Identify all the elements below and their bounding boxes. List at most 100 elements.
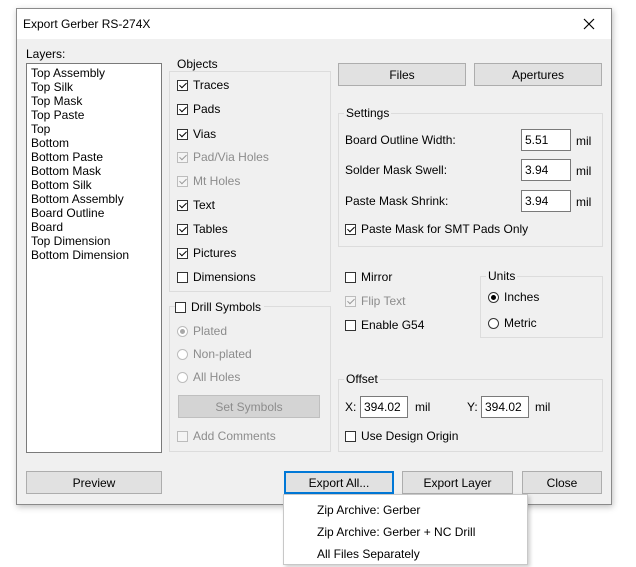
mt-holes-checkbox: Mt Holes (177, 173, 240, 189)
checkbox-box[interactable] (345, 430, 356, 442)
checkbox-box[interactable] (175, 301, 186, 313)
title-bar: Export Gerber RS-274X (17, 9, 611, 39)
enable-g54-checkbox[interactable]: Enable G54 (345, 317, 424, 333)
layer-item[interactable]: Bottom Mask (31, 164, 161, 178)
layer-item[interactable]: Top Mask (31, 94, 161, 108)
checkbox-box (177, 430, 188, 442)
menu-item-zip-gerber[interactable]: Zip Archive: Gerber (317, 503, 420, 517)
pad-via-holes-checkbox: Pad/Via Holes (177, 149, 269, 165)
solder-mask-swell-input[interactable]: 3.94 (521, 159, 571, 181)
text-checkbox[interactable]: Text (177, 197, 215, 213)
checkbox-box[interactable] (345, 223, 356, 235)
metric-radio[interactable]: Metric (488, 315, 537, 331)
window-title: Export Gerber RS-274X (23, 17, 151, 31)
layer-item[interactable]: Bottom Silk (31, 178, 161, 192)
all-holes-label: All Holes (193, 370, 241, 384)
units-group-label: Units (486, 269, 518, 283)
checkbox-box[interactable] (177, 247, 188, 259)
close-window-button[interactable] (567, 9, 611, 39)
text-label: Text (193, 198, 216, 212)
traces-label: Traces (193, 78, 230, 92)
export-layer-button[interactable]: Export Layer (402, 471, 513, 494)
non-plated-label: Non-plated (193, 347, 252, 361)
files-button[interactable]: Files (338, 63, 466, 86)
checkbox-box[interactable] (345, 319, 356, 331)
paste-mask-smt-only-checkbox[interactable]: Paste Mask for SMT Pads Only (345, 221, 528, 237)
layer-item[interactable]: Bottom (31, 136, 161, 150)
solder-mask-swell-unit: mil (576, 164, 592, 178)
mt-holes-label: Mt Holes (193, 174, 241, 188)
menu-item-all-files-separately[interactable]: All Files Separately (317, 547, 420, 561)
paste-mask-smt-only-label: Paste Mask for SMT Pads Only (361, 222, 529, 236)
layer-item[interactable]: Top Silk (31, 80, 161, 94)
layer-item[interactable]: Top Dimension (31, 234, 161, 248)
pictures-label: Pictures (193, 246, 237, 260)
checkbox-box[interactable] (177, 271, 188, 283)
add-comments-label: Add Comments (193, 429, 276, 443)
radio-button (177, 325, 188, 337)
dimensions-checkbox[interactable]: Dimensions (177, 269, 256, 285)
all-holes-radio: All Holes (177, 369, 240, 385)
vias-checkbox[interactable]: Vias (177, 126, 216, 142)
checkbox-box[interactable] (177, 79, 188, 91)
offset-group-label: Offset (344, 372, 380, 386)
set-symbols-button: Set Symbols (178, 395, 320, 418)
mirror-checkbox[interactable]: Mirror (345, 269, 392, 285)
offset-y-unit: mil (535, 400, 551, 414)
checkbox-box[interactable] (177, 199, 188, 211)
offset-x-label: X: (345, 400, 357, 414)
plated-radio: Plated (177, 323, 227, 339)
radio-button[interactable] (488, 291, 499, 303)
layer-item[interactable]: Board Outline (31, 206, 161, 220)
menu-item-zip-gerber-nc-drill[interactable]: Zip Archive: Gerber + NC Drill (317, 525, 475, 539)
traces-checkbox[interactable]: Traces (177, 77, 229, 93)
offset-x-unit: mil (415, 400, 431, 414)
offset-y-input[interactable]: 394.02 (481, 396, 529, 418)
layer-item[interactable]: Bottom Paste (31, 150, 161, 164)
checkbox-box[interactable] (177, 103, 188, 115)
dimensions-label: Dimensions (193, 270, 256, 284)
close-button[interactable]: Close (522, 471, 602, 494)
offset-x-input[interactable]: 394.02 (360, 396, 408, 418)
export-all-button[interactable]: Export All... (284, 471, 394, 494)
add-comments-checkbox: Add Comments (177, 428, 276, 444)
inches-radio[interactable]: Inches (488, 289, 539, 305)
paste-mask-shrink-label: Paste Mask Shrink: (345, 194, 449, 208)
layer-item[interactable]: Top Assembly (31, 66, 161, 80)
drill-symbols-label: Drill Symbols (191, 300, 262, 314)
pictures-checkbox[interactable]: Pictures (177, 245, 236, 261)
layer-item[interactable]: Bottom Dimension (31, 248, 161, 262)
pad-via-holes-label: Pad/Via Holes (193, 150, 269, 164)
layer-item[interactable]: Bottom Assembly (31, 192, 161, 206)
mirror-label: Mirror (361, 270, 393, 284)
checkbox-box[interactable] (345, 271, 356, 283)
preview-button[interactable]: Preview (26, 471, 162, 494)
inches-label: Inches (504, 290, 540, 304)
flip-text-checkbox: Flip Text (345, 293, 405, 309)
use-design-origin-label: Use Design Origin (361, 429, 459, 443)
layer-item[interactable]: Top Paste (31, 108, 161, 122)
enable-g54-label: Enable G54 (361, 318, 425, 332)
pads-label: Pads (193, 102, 221, 116)
objects-group-label: Objects (175, 57, 220, 71)
checkbox-box[interactable] (177, 128, 188, 140)
use-design-origin-checkbox[interactable]: Use Design Origin (345, 428, 458, 444)
solder-mask-swell-label: Solder Mask Swell: (345, 163, 448, 177)
paste-mask-shrink-input[interactable]: 3.94 (521, 190, 571, 212)
drill-symbols-checkbox[interactable]: Drill Symbols (175, 299, 265, 315)
board-outline-width-input[interactable]: 5.51 (521, 129, 571, 151)
apertures-button[interactable]: Apertures (474, 63, 602, 86)
close-icon (583, 18, 595, 30)
flip-text-label: Flip Text (361, 294, 406, 308)
layers-label: Layers: (26, 47, 66, 61)
tables-checkbox[interactable]: Tables (177, 221, 228, 237)
checkbox-box (345, 295, 356, 307)
layer-item[interactable]: Board (31, 220, 161, 234)
checkbox-box[interactable] (177, 223, 188, 235)
radio-button[interactable] (488, 317, 499, 329)
pads-checkbox[interactable]: Pads (177, 101, 220, 117)
layer-item[interactable]: Top (31, 122, 161, 136)
layers-list[interactable]: Top Assembly Top Silk Top Mask Top Paste… (26, 63, 162, 453)
export-all-menu: Zip Archive: Gerber Zip Archive: Gerber … (283, 494, 528, 565)
radio-button (177, 371, 188, 383)
